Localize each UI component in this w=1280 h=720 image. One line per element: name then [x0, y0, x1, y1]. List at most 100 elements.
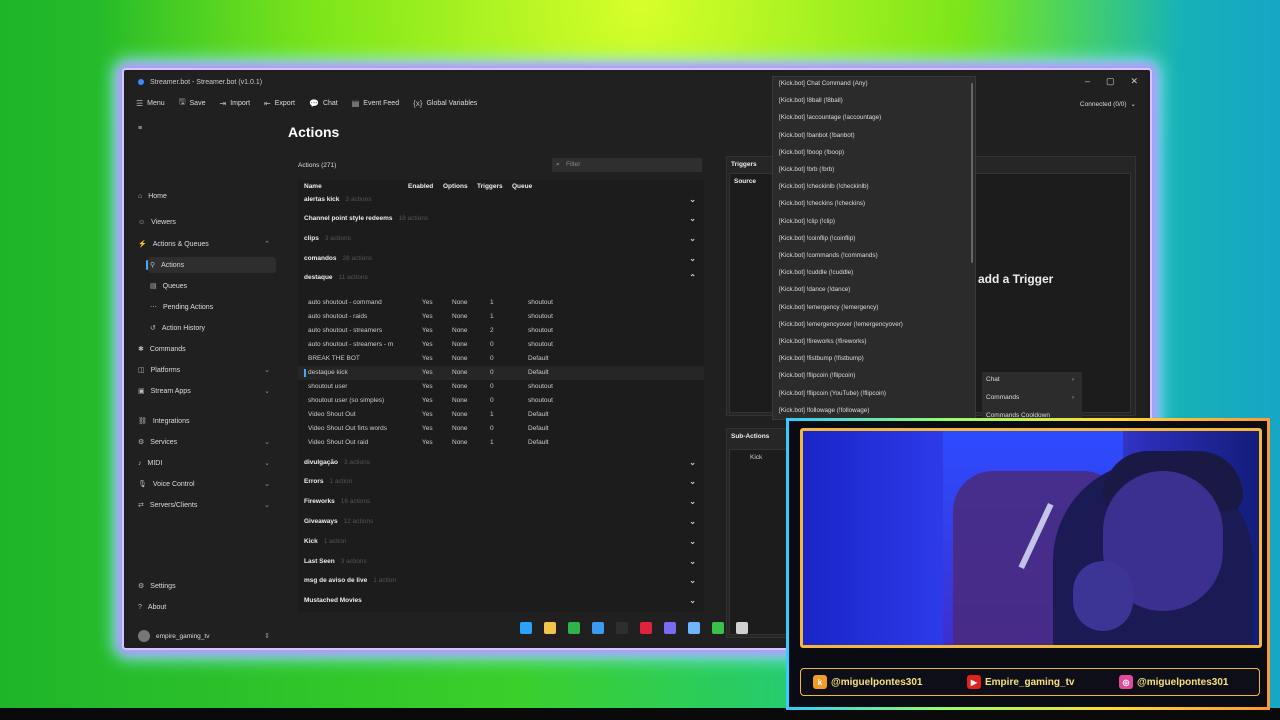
toolbar-export-button[interactable]: ⇤ Export: [264, 99, 295, 108]
col-enabled[interactable]: Enabled: [408, 183, 433, 190]
hamburger-icon[interactable]: ≡: [136, 120, 276, 136]
dropdown-scrollbar[interactable]: [971, 83, 973, 263]
sidebar-item-commands[interactable]: ✱ Commands: [136, 341, 276, 357]
dropdown-item[interactable]: [Kick.bot] !brb (!brb): [779, 166, 834, 173]
sidebar-item-integrations[interactable]: ⛓ Integrations: [136, 413, 276, 429]
table-row[interactable]: Video Shout Out firts words Yes None 0 Defau…: [298, 422, 704, 436]
chevron-down-icon[interactable]: ⌄: [689, 195, 696, 204]
chevron-down-icon[interactable]: ⌄: [689, 477, 696, 486]
chevron-down-icon[interactable]: ⌄: [689, 254, 696, 263]
obs-icon[interactable]: [736, 622, 748, 634]
table-row[interactable]: shoutout user Yes None 0 shoutout: [298, 380, 704, 394]
opera-icon[interactable]: [640, 622, 652, 634]
dropdown-item[interactable]: [Kick.bot] Chat Command (Any): [779, 80, 868, 87]
sidebar-item-actions[interactable]: ⚲ Actions: [146, 257, 276, 273]
action-group[interactable]: msg de aviso de live 1 action ⌄: [298, 572, 704, 590]
sidebar-item-settings[interactable]: ⚙ Settings: [136, 578, 276, 594]
windows-icon[interactable]: [520, 622, 532, 634]
table-row[interactable]: auto shoutout - raids Yes None 1 shoutout: [298, 310, 704, 324]
sidebar-item-midi[interactable]: ♪ MIDI ⌄: [136, 455, 276, 471]
dropdown-item[interactable]: [Kick.bot] !flipcoin (!flipcoin): [779, 372, 855, 379]
action-group[interactable]: Channel point style redeems 18 actions ⌄: [298, 210, 704, 228]
toolbar-global-variables-button[interactable]: {x} Global Variables: [413, 99, 477, 108]
chevron-down-icon[interactable]: ⌄: [689, 576, 696, 585]
table-row[interactable]: Video Shout Out raid Yes None 1 Default: [298, 436, 704, 450]
connection-status[interactable]: Connected (0/0) ⌄: [1080, 100, 1136, 109]
chevron-down-icon[interactable]: ⌄: [689, 214, 696, 223]
action-group[interactable]: Kick 1 action ⌄: [298, 532, 704, 550]
dropdown-item[interactable]: [Kick.bot] !boop (!boop): [779, 149, 844, 156]
close-icon[interactable]: ✕: [1130, 76, 1138, 87]
dropdown-item[interactable]: [Kick.bot] !emergency (!emergency): [779, 304, 878, 311]
user-account[interactable]: empire_gaming_tv ⇕: [136, 628, 276, 644]
dropdown-item[interactable]: [Kick.bot] !fireworks (!fireworks): [779, 338, 866, 345]
dropdown-item[interactable]: [Kick.bot] !fistbump (!fistbump): [779, 355, 864, 362]
chevron-down-icon[interactable]: ⌄: [689, 596, 696, 605]
table-row[interactable]: destaque kick Yes None 0 Default: [298, 366, 704, 380]
table-row[interactable]: Video Shout Out Yes None 1 Default: [298, 408, 704, 422]
action-group[interactable]: comandos 28 actions ⌄: [298, 249, 704, 267]
dropdown-item[interactable]: [Kick.bot] !followage (!followage): [779, 407, 869, 414]
context-item-commands[interactable]: Commands ›: [986, 394, 1078, 401]
explorer-icon[interactable]: [544, 622, 556, 634]
discord-icon[interactable]: [664, 622, 676, 634]
col-queue[interactable]: Queue: [512, 183, 532, 190]
toolbar-event-feed-button[interactable]: ▤ Event Feed: [352, 99, 399, 108]
sidebar-item-pending-actions[interactable]: ⋯ Pending Actions: [148, 299, 276, 315]
action-group[interactable]: clips 3 actions ⌄: [298, 229, 704, 247]
col-name[interactable]: Name: [304, 183, 322, 190]
dropdown-item[interactable]: [Kick.bot] !dance (!dance): [779, 286, 850, 293]
action-group[interactable]: destaque 11 actions ⌃: [298, 269, 704, 287]
social-kick[interactable]: k @miguelpontes301: [813, 675, 922, 689]
dropdown-item[interactable]: [Kick.bot] !banbot (!banbot): [779, 132, 855, 139]
sidebar-item-voice-control[interactable]: 🎙 Voice Control ⌄: [136, 476, 276, 492]
dropdown-item[interactable]: [Kick.bot] !flipcoin (YouTube) (!flipcoi…: [779, 390, 886, 397]
chevron-down-icon[interactable]: ⌄: [689, 458, 696, 467]
sidebar-item-platforms[interactable]: ◫ Platforms ⌄: [136, 362, 276, 378]
social-youtube[interactable]: ▶ Empire_gaming_tv: [967, 675, 1074, 689]
filter-input[interactable]: ⌕ Filter: [552, 158, 702, 172]
sidebar-item-stream-apps[interactable]: ▣ Stream Apps ⌄: [136, 383, 276, 399]
xbox-icon[interactable]: [568, 622, 580, 634]
chevron-down-icon[interactable]: ⌄: [689, 234, 696, 243]
table-row[interactable]: auto shoutout - streamers - m Yes None 0 sho…: [298, 338, 704, 352]
toolbar-menu-button[interactable]: ☰ Menu: [136, 99, 165, 108]
maximize-icon[interactable]: ▢: [1106, 76, 1115, 87]
dropdown-item[interactable]: [Kick.bot] !commands (!commands): [779, 252, 878, 259]
sidebar-item-queues[interactable]: ▤ Queues: [148, 278, 276, 294]
dropdown-item[interactable]: [Kick.bot] !clip (!clip): [779, 218, 835, 225]
action-group[interactable]: Giveaways 12 actions ⌄: [298, 512, 704, 530]
social-instagram[interactable]: ◎ @miguelpontes301: [1119, 675, 1228, 689]
toolbar-chat-button[interactable]: 💬 Chat: [309, 99, 338, 108]
action-group[interactable]: Errors 1 action ⌄: [298, 473, 704, 491]
sidebar-item-viewers[interactable]: ☺ Viewers: [136, 214, 276, 230]
table-row[interactable]: auto shoutout - command Yes None 1 shoutout: [298, 296, 704, 310]
chevron-down-icon[interactable]: ⌄: [689, 517, 696, 526]
sidebar-item-actions-queues[interactable]: ⚡ Actions & Queues ⌃: [136, 236, 276, 252]
col-triggers[interactable]: Triggers: [477, 183, 503, 190]
table-row[interactable]: BREAK THE BOT Yes None 0 Default: [298, 352, 704, 366]
dropdown-item[interactable]: [Kick.bot] !accountage (!accountage): [779, 114, 881, 121]
add-trigger-label[interactable]: add a Trigger: [978, 272, 1053, 286]
sidebar-item-about[interactable]: ? About: [136, 599, 276, 615]
action-group[interactable]: divulgação 3 actions ⌄: [298, 453, 704, 471]
sidebar-item-services[interactable]: ⚙ Services ⌄: [136, 434, 276, 450]
dropdown-item[interactable]: [Kick.bot] !8ball (!8ball): [779, 97, 843, 104]
store-icon[interactable]: [592, 622, 604, 634]
chevron-down-icon[interactable]: ⌄: [689, 497, 696, 506]
dropdown-item[interactable]: [Kick.bot] !checkins (!checkins): [779, 200, 865, 207]
toolbar-import-button[interactable]: ⇥ Import: [219, 99, 250, 108]
dropdown-item[interactable]: [Kick.bot] !cuddle (!cuddle): [779, 269, 853, 276]
chevron-down-icon[interactable]: ⌄: [689, 537, 696, 546]
table-row[interactable]: auto shoutout - streamers Yes None 2 shoutou…: [298, 324, 704, 338]
context-item-chat[interactable]: Chat ›: [986, 376, 1078, 383]
chevron-up-icon[interactable]: ⌃: [689, 273, 696, 282]
dropdown-item[interactable]: [Kick.bot] !emergencyover (!emergencyove…: [779, 321, 903, 328]
action-group[interactable]: alertas kick 3 actions ⌄: [298, 190, 704, 208]
action-group[interactable]: Fireworks 16 actions ⌄: [298, 493, 704, 511]
action-group[interactable]: Mustached Movies ⌄: [298, 592, 704, 610]
dropdown-item[interactable]: [Kick.bot] !coinflip (!coinflip): [779, 235, 855, 242]
dropdown-item[interactable]: [Kick.bot] !checkinlb (!checkinlb): [779, 183, 869, 190]
sidebar-item-action-history[interactable]: ↺ Action History: [148, 320, 276, 336]
action-group[interactable]: Last Seen 3 actions ⌄: [298, 552, 704, 570]
